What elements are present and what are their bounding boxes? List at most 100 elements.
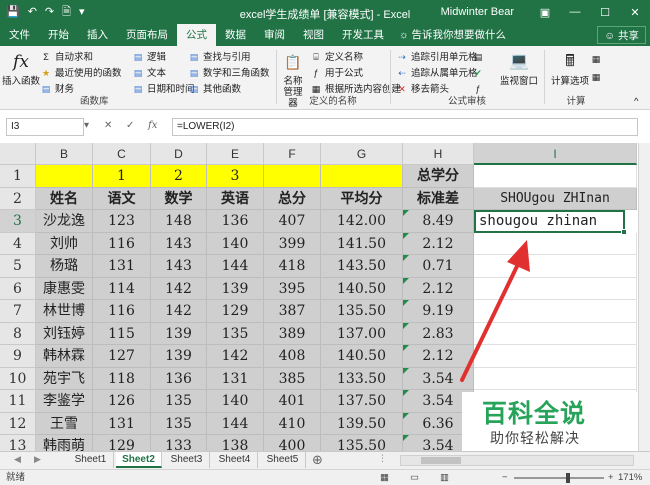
table-cell[interactable]: 141.50: [321, 232, 403, 255]
calculation-options-button[interactable]: 🖩 计算选项: [550, 50, 590, 87]
row-header-1[interactable]: 1: [0, 165, 36, 188]
table-cell[interactable]: 刘帅: [36, 232, 93, 255]
header-cell[interactable]: 平均分: [321, 187, 403, 210]
row-header-5[interactable]: 5: [0, 255, 36, 278]
row-header-4[interactable]: 4: [0, 232, 36, 255]
autosum-button[interactable]: Σ 自动求和: [40, 50, 93, 65]
table-cell[interactable]: 116: [93, 232, 151, 255]
row-header-11[interactable]: 11: [0, 390, 36, 413]
tab-review[interactable]: 审阅: [255, 24, 294, 46]
table-cell[interactable]: 0.71: [403, 255, 474, 278]
row-header-12[interactable]: 12: [0, 412, 36, 435]
table-cell[interactable]: 139: [151, 322, 207, 345]
page-layout-view-icon[interactable]: ▭: [410, 470, 419, 485]
table-cell[interactable]: 143: [151, 232, 207, 255]
sheet-prev-icon[interactable]: ◀: [14, 454, 21, 465]
table-cell[interactable]: 144: [207, 412, 264, 435]
tab-formulas[interactable]: 公式: [177, 24, 216, 46]
tab-file[interactable]: 文件: [0, 24, 39, 46]
table-cell[interactable]: 9.19: [403, 300, 474, 323]
tab-insert[interactable]: 插入: [78, 24, 117, 46]
add-sheet-icon[interactable]: ⊕: [312, 452, 323, 468]
namebox-dropdown-icon[interactable]: ▾: [84, 120, 89, 131]
minimize-button[interactable]: —: [560, 0, 590, 24]
close-button[interactable]: ✕: [620, 0, 650, 24]
tab-home[interactable]: 开始: [39, 24, 78, 46]
sheet-tab-sheet3[interactable]: Sheet3: [164, 452, 210, 468]
text-button[interactable]: ▤ 文本: [132, 66, 166, 81]
table-cell[interactable]: 399: [264, 232, 321, 255]
table-cell[interactable]: 387: [264, 300, 321, 323]
cell-g1[interactable]: [321, 165, 403, 188]
cell-f1[interactable]: [264, 165, 321, 188]
table-cell[interactable]: 401: [264, 390, 321, 413]
table-cell[interactable]: 139: [151, 345, 207, 368]
insert-function-button[interactable]: fx 插入函数: [2, 50, 40, 87]
table-cell[interactable]: 118: [93, 367, 151, 390]
row-header-3[interactable]: 3: [0, 210, 36, 233]
table-cell[interactable]: 410: [264, 412, 321, 435]
table-cell[interactable]: 李鉴学: [36, 390, 93, 413]
sheet-tab-sheet5[interactable]: Sheet5: [260, 452, 306, 468]
table-cell[interactable]: 135: [151, 412, 207, 435]
cancel-icon[interactable]: ✕: [104, 120, 112, 131]
horizontal-scrollbar[interactable]: [400, 455, 634, 466]
table-cell[interactable]: 林世博: [36, 300, 93, 323]
fill-handle[interactable]: [621, 228, 627, 235]
user-name[interactable]: Midwinter Bear: [441, 6, 514, 18]
table-cell[interactable]: 3.54: [403, 367, 474, 390]
name-box[interactable]: I3: [6, 118, 84, 136]
collapse-ribbon-icon[interactable]: ^: [634, 94, 638, 109]
table-cell[interactable]: 142: [207, 345, 264, 368]
vertical-scrollbar[interactable]: [638, 143, 650, 451]
show-formulas-button[interactable]: ▤: [472, 50, 487, 65]
zoom-slider-knob[interactable]: [566, 473, 570, 483]
column-header-d[interactable]: D: [151, 143, 207, 165]
table-cell[interactable]: 139: [207, 277, 264, 300]
page-break-view-icon[interactable]: ▥: [440, 470, 449, 485]
cell-c1[interactable]: 1: [93, 165, 151, 188]
table-cell[interactable]: 137.00: [321, 322, 403, 345]
table-cell[interactable]: 395: [264, 277, 321, 300]
trace-precedents-button[interactable]: ⇢ 追踪引用单元格: [396, 50, 477, 65]
empty-cell[interactable]: [474, 300, 637, 323]
table-cell[interactable]: 142: [151, 277, 207, 300]
table-cell[interactable]: 140: [207, 390, 264, 413]
table-cell[interactable]: 135: [207, 322, 264, 345]
empty-cell[interactable]: [474, 345, 637, 368]
column-header-i[interactable]: I: [474, 143, 637, 165]
cell-d1[interactable]: 2: [151, 165, 207, 188]
zoom-out-button[interactable]: −: [502, 470, 508, 485]
empty-cell[interactable]: [474, 277, 637, 300]
cell-h1[interactable]: 总学分: [403, 165, 474, 188]
sheet-next-icon[interactable]: ▶: [34, 454, 41, 465]
tab-developer[interactable]: 开发工具: [333, 24, 393, 46]
row-header-2[interactable]: 2: [0, 187, 36, 210]
use-in-formula-button[interactable]: ƒ 用于公式: [310, 66, 363, 81]
table-cell[interactable]: 123: [93, 210, 151, 233]
cell-e1[interactable]: 3: [207, 165, 264, 188]
table-cell[interactable]: 康惠雯: [36, 277, 93, 300]
share-button[interactable]: ☺ 共享: [597, 26, 646, 44]
empty-cell[interactable]: [474, 255, 637, 278]
table-cell[interactable]: 139.50: [321, 412, 403, 435]
ribbon-display-icon[interactable]: ▣: [530, 0, 560, 24]
insert-function-icon[interactable]: fx: [148, 120, 157, 131]
table-cell[interactable]: 136: [207, 210, 264, 233]
sheet-tab-sheet2[interactable]: Sheet2: [116, 452, 162, 468]
header-cell[interactable]: 总分: [264, 187, 321, 210]
table-cell[interactable]: 135: [151, 390, 207, 413]
cell-i1[interactable]: [474, 165, 637, 188]
column-header-e[interactable]: E: [207, 143, 264, 165]
table-cell[interactable]: 126: [93, 390, 151, 413]
undo-icon[interactable]: ↶: [28, 6, 37, 18]
table-cell[interactable]: 140.50: [321, 277, 403, 300]
table-cell[interactable]: 418: [264, 255, 321, 278]
table-cell[interactable]: 129: [207, 300, 264, 323]
row-header-6[interactable]: 6: [0, 277, 36, 300]
table-cell[interactable]: 143: [151, 255, 207, 278]
normal-view-icon[interactable]: ▦: [380, 470, 389, 485]
column-header-b[interactable]: B: [36, 143, 93, 165]
header-cell[interactable]: 数学: [151, 187, 207, 210]
cell-i2[interactable]: SHOUgou ZHInan: [474, 187, 637, 210]
